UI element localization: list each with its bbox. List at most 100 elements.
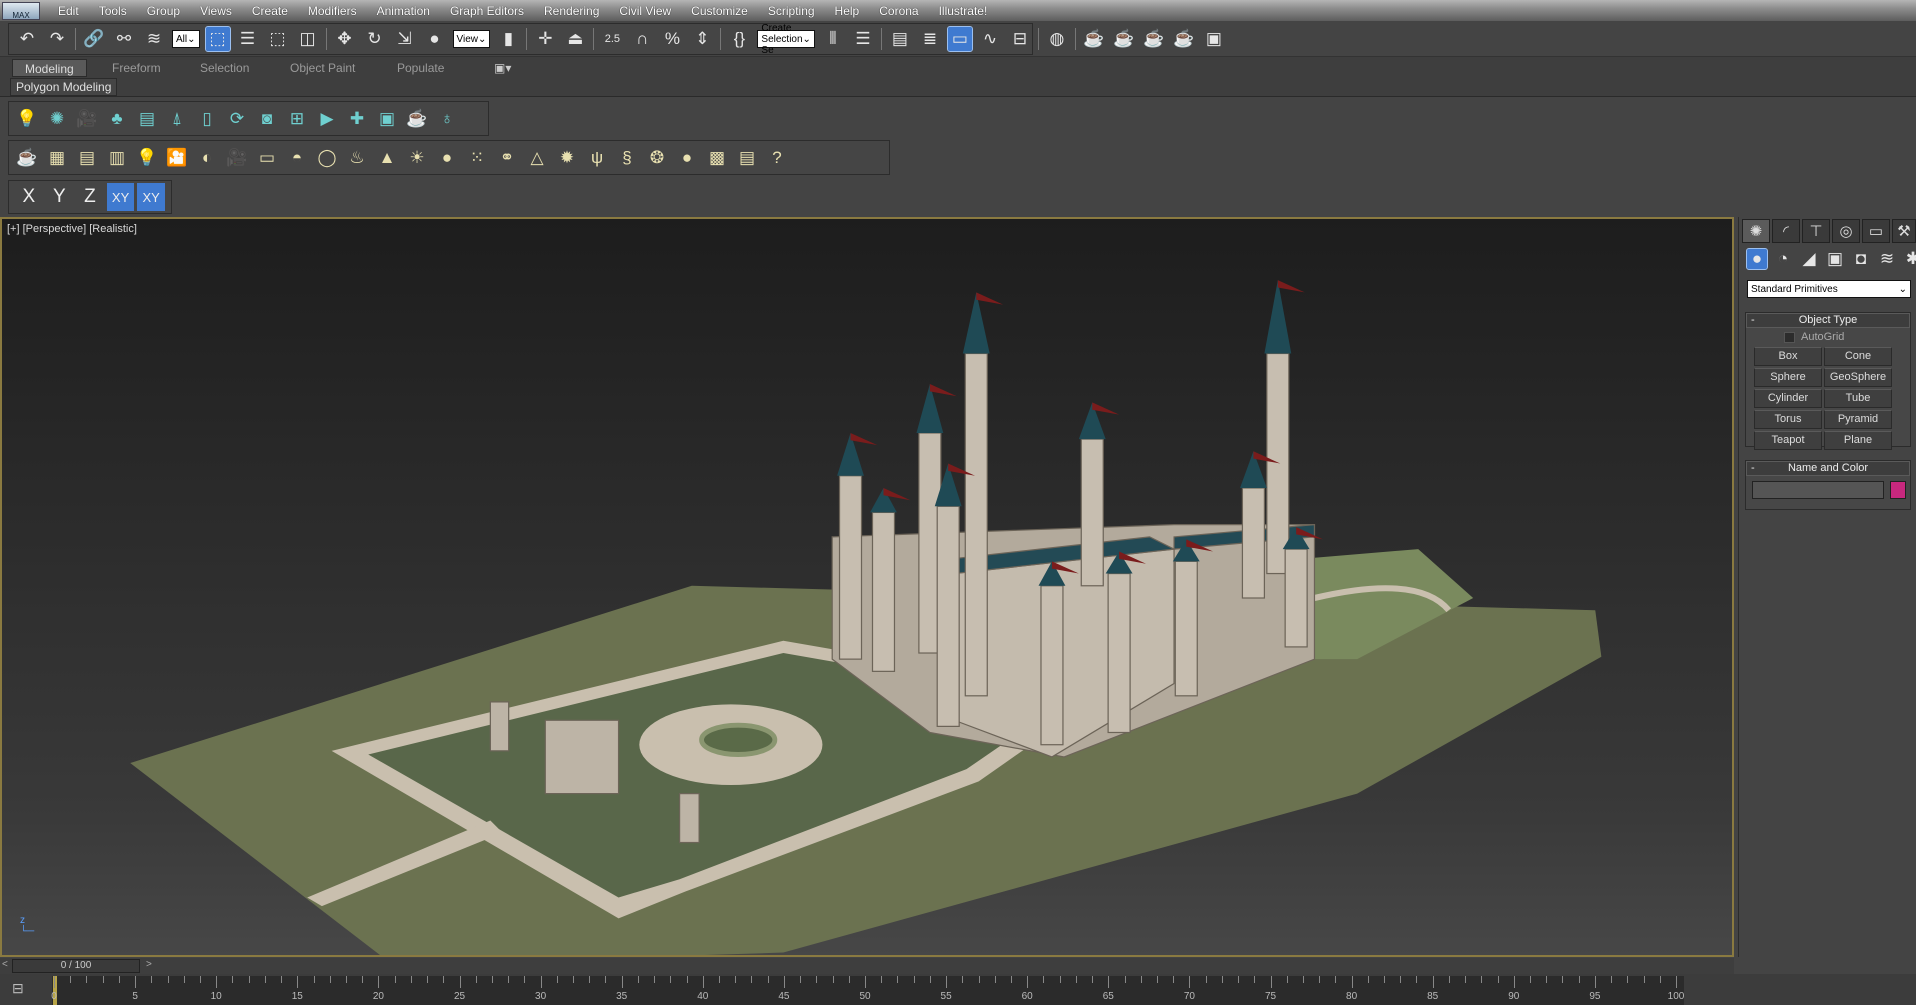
lights-icon[interactable]: ◢ [1799, 249, 1819, 269]
cameras-icon[interactable]: ▣ [1825, 249, 1845, 269]
grass-icon[interactable]: ψ [585, 146, 609, 170]
sun-icon[interactable]: ☀ [405, 146, 429, 170]
polygon-modeling-panel[interactable]: Polygon Modeling [10, 78, 118, 96]
menu-edit[interactable]: Edit [48, 4, 89, 18]
render-frame-icon[interactable]: ▶ [315, 107, 339, 131]
basket-icon[interactable]: ♨ [345, 146, 369, 170]
manipulate-icon[interactable]: ✛ [533, 27, 557, 51]
spinner-snap-icon[interactable]: ⇕ [690, 27, 714, 51]
create-tab-icon[interactable]: ✺ [1742, 219, 1770, 243]
tube-button[interactable]: Tube [1824, 389, 1892, 408]
undo-icon[interactable]: ↶ [15, 27, 39, 51]
dome-icon[interactable]: ◓ [285, 146, 309, 170]
cone-button[interactable]: Cone [1824, 347, 1892, 366]
select-object-icon[interactable]: ⬚ [204, 26, 231, 52]
render-cloud-icon[interactable]: ☕ [1172, 27, 1196, 51]
panel-icon[interactable]: ▣ [375, 107, 399, 131]
sphere-half-icon[interactable]: ◐ [195, 146, 219, 170]
rotate-icon[interactable]: ⟳ [225, 107, 249, 131]
modify-tab-icon[interactable]: ◜ [1772, 219, 1800, 243]
object-name-input[interactable] [1752, 481, 1884, 499]
menu-graph-editors[interactable]: Graph Editors [440, 4, 534, 18]
menu-corona[interactable]: Corona [869, 4, 928, 18]
axis-constraint-xy[interactable]: XY [106, 183, 135, 211]
redo-icon[interactable]: ↷ [45, 27, 69, 51]
camera-add-icon[interactable]: ✚ [345, 107, 369, 131]
bind-spacewarp-icon[interactable]: ≋ [142, 27, 166, 51]
named-selection-dropdown[interactable]: Create Selection Se ⌄ [757, 23, 815, 56]
window-crossing-icon[interactable]: ◫ [296, 27, 320, 51]
ribbon-tab-populate[interactable]: Populate [385, 59, 456, 77]
film-camera-icon[interactable]: 🎥 [225, 146, 249, 170]
render-gallery-icon[interactable]: ▣ [1202, 27, 1226, 51]
camera-icon[interactable]: 🎦 [165, 146, 189, 170]
camera-icon[interactable]: 🎥 [75, 107, 99, 131]
object-type-header[interactable]: - Object Type [1746, 313, 1910, 328]
render-window-icon[interactable]: ▦ [45, 146, 69, 170]
plane-light-icon[interactable]: ▭ [255, 146, 279, 170]
scale-icon[interactable]: ⇲ [393, 27, 417, 51]
menu-tools[interactable]: Tools [89, 4, 137, 18]
teapot-icon[interactable]: ☕ [405, 107, 429, 131]
menu-rendering[interactable]: Rendering [534, 4, 609, 18]
timeline-ruler[interactable]: 0 5 10 15 20 25 30 35 40 45 50 55 60 65 70 75 80 85 90 95 10… [51, 976, 1684, 1005]
angle-snap-icon[interactable]: ∩ [630, 27, 654, 51]
viewport-icon[interactable]: ⊞ [285, 107, 309, 131]
helpers-icon[interactable]: ◘ [1851, 249, 1871, 269]
help-icon[interactable]: ? [765, 146, 789, 170]
menu-scripting[interactable]: Scripting [758, 4, 825, 18]
axis-constraint-xy-snap[interactable]: XY [137, 183, 165, 211]
cylinder-button[interactable]: Cylinder [1754, 389, 1822, 408]
ribbon-tab-selection[interactable]: Selection [188, 59, 261, 77]
menu-modifiers[interactable]: Modifiers [298, 4, 367, 18]
box-button[interactable]: Box [1754, 347, 1822, 366]
ribbon-tab-freeform[interactable]: Freeform [100, 59, 173, 77]
shapes-icon[interactable]: ◔ [1773, 249, 1793, 269]
axis-constraint-y[interactable]: Y [46, 183, 74, 211]
keyboard-shortcut-icon[interactable]: ⏏ [563, 27, 587, 51]
ribbon-options-icon[interactable]: ▣▾ [482, 59, 523, 77]
ribbon-tab-object-paint[interactable]: Object Paint [278, 59, 367, 77]
rotate-icon[interactable]: ↻ [363, 27, 387, 51]
plane-button[interactable]: Plane [1824, 431, 1892, 450]
name-color-header[interactable]: - Name and Color [1746, 461, 1910, 476]
layer-explorer-icon[interactable]: ≣ [918, 27, 942, 51]
schematic-view-icon[interactable]: ⊟ [1008, 27, 1032, 51]
axis-constraint-z[interactable]: Z [76, 183, 104, 211]
gear-sphere-icon[interactable]: ✹ [555, 146, 579, 170]
rect-selection-icon[interactable]: ⬚ [266, 27, 290, 51]
display-icon[interactable]: ◙ [255, 107, 279, 131]
systems-icon[interactable]: ✱ [1903, 249, 1916, 269]
category-dropdown[interactable]: Standard Primitives ⌄ [1747, 280, 1911, 298]
tree-card-icon[interactable]: ▯ [195, 107, 219, 131]
disc-light-icon[interactable]: ● [435, 146, 459, 170]
teapot-icon[interactable]: ☕ [15, 146, 39, 170]
material-sphere-icon[interactable]: ● [675, 146, 699, 170]
trees-icon[interactable]: ♣ [105, 107, 129, 131]
render-setup-icon[interactable]: ▤ [735, 146, 759, 170]
prev-frame-icon[interactable]: < [2, 959, 8, 970]
pyramid-button[interactable]: Pyramid [1824, 410, 1892, 429]
menu-animation[interactable]: Animation [367, 4, 440, 18]
selection-filter-dropdown[interactable]: All ⌄ [172, 30, 200, 48]
fur-icon[interactable]: ❂ [645, 146, 669, 170]
ribbon-tab-modeling[interactable]: Modeling [12, 59, 87, 77]
axis-constraint-x[interactable]: X [15, 183, 43, 211]
render-setup-icon[interactable]: ☕ [1082, 27, 1106, 51]
autogrid-checkbox[interactable] [1784, 331, 1795, 343]
select-by-name-icon[interactable]: ☰ [236, 27, 260, 51]
menu-group[interactable]: Group [137, 4, 190, 18]
unlink-icon[interactable]: ⚯ [112, 27, 136, 51]
cone-icon[interactable]: ▲ [375, 146, 399, 170]
object-color-swatch[interactable] [1890, 481, 1906, 499]
curve-editor-icon[interactable]: ∿ [978, 27, 1002, 51]
pivot-center-icon[interactable]: ▮ [496, 27, 520, 51]
torus-button[interactable]: Torus [1754, 410, 1822, 429]
material-editor-icon[interactable]: ◍ [1045, 27, 1069, 51]
menu-views[interactable]: Views [190, 4, 242, 18]
bulb-icon[interactable]: ♁ [435, 107, 459, 131]
table2-icon[interactable]: ▥ [105, 146, 129, 170]
render-production-icon[interactable]: ☕ [1142, 27, 1166, 51]
rendered-frame-window-icon[interactable]: ☕ [1112, 27, 1136, 51]
scene-explorer-icon[interactable]: ▤ [888, 27, 912, 51]
